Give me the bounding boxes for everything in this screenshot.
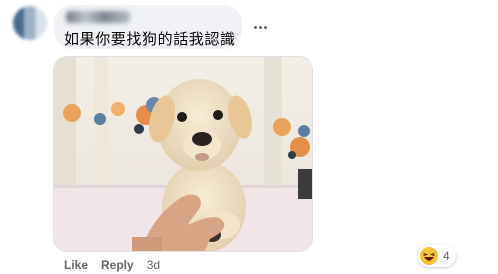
dot (253, 25, 257, 29)
comment-bubble: 如果你要找狗的話我認識 (54, 5, 242, 49)
comment-actions: Like Reply 3d (64, 258, 160, 272)
puppy-photo-illustration (54, 57, 312, 251)
dot (258, 25, 262, 29)
attached-photo[interactable] (53, 56, 313, 252)
author-name-blurred[interactable] (66, 11, 130, 23)
reaction-summary[interactable]: 4 (418, 245, 456, 267)
avatar[interactable] (13, 6, 47, 40)
comment-timestamp[interactable]: 3d (147, 258, 160, 272)
reaction-count: 4 (443, 249, 450, 263)
more-options-button[interactable] (252, 19, 268, 35)
dot (263, 25, 267, 29)
reply-button[interactable]: Reply (101, 258, 134, 272)
like-button[interactable]: Like (64, 258, 88, 272)
haha-emoji-icon (420, 247, 438, 265)
comment-text: 如果你要找狗的話我認識 (64, 30, 236, 48)
